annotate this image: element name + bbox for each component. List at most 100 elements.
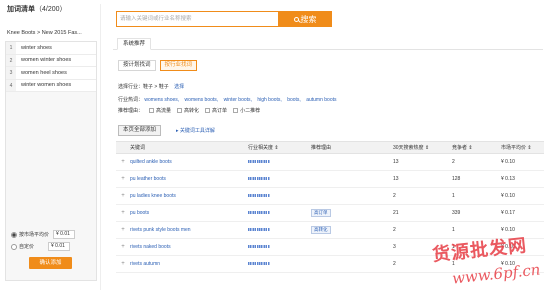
reason-filter: 推荐理由： 高流量 高转化 高订单 小二推荐 xyxy=(118,107,260,114)
subtab-by-plan[interactable]: 按计划找词 xyxy=(118,60,156,71)
search-input[interactable]: 请输入关键词或行业名称搜索 xyxy=(116,11,278,27)
custom-price-label: 自定价 xyxy=(19,244,35,250)
industry-path: 选择行业：鞋子 > 鞋子 xyxy=(118,84,169,90)
relevance-cell xyxy=(248,261,311,267)
reason-tag: 高转化 xyxy=(311,226,331,234)
custom-price-radio[interactable] xyxy=(11,243,17,250)
keyword-list-item[interactable]: 2 women winter shoes xyxy=(6,54,96,67)
reason-checkbox[interactable] xyxy=(233,108,239,113)
add-keyword-icon[interactable]: + xyxy=(116,227,130,233)
keyword-list: 1 winter shoes 2 women winter shoes 3 wo… xyxy=(6,42,96,92)
relevance-bar xyxy=(248,160,270,164)
basket-count: （4/200） xyxy=(35,6,67,13)
keyword-cell[interactable]: pu ladies knee boots xyxy=(130,193,248,199)
keyword-cell[interactable]: rivets autumn xyxy=(130,261,248,267)
relevance-cell xyxy=(248,227,311,233)
reason-cell: 高转化 xyxy=(311,226,393,234)
relevance-bar xyxy=(248,228,270,232)
market-price-label: 按市场平均价 xyxy=(19,232,50,238)
watermark-logo: 货源批发网 www.6pf.cn xyxy=(431,235,550,292)
keyword-text: winter women shoes xyxy=(21,82,72,89)
keyword-list-item[interactable]: 3 women heel shoes xyxy=(6,67,96,80)
reason-checkbox[interactable] xyxy=(149,108,155,113)
keyword-text: women winter shoes xyxy=(21,57,72,64)
bid-option-custom[interactable]: 自定价 ¥ 0.01 xyxy=(11,242,71,251)
reason-checkbox[interactable] xyxy=(177,108,183,113)
category-path: Knee Boots > New 2015 Fas... xyxy=(7,30,82,36)
industry-selector: 选择行业：鞋子 > 鞋子 选择 xyxy=(118,83,184,90)
price-cell: ¥ 0.17 xyxy=(501,210,515,216)
hot-word-link[interactable]: boots, xyxy=(287,97,301,103)
competitors-cell: 1 xyxy=(452,193,455,199)
table-row: + pu boots 高订单 21 339 ¥ 0.17 xyxy=(116,205,544,222)
hot-word-link[interactable]: high boots, xyxy=(257,97,281,103)
hot-word-link[interactable]: womens shoes, xyxy=(144,97,179,103)
confirm-add-button[interactable]: 确认添加 xyxy=(29,257,72,269)
keyword-text: women heel shoes xyxy=(21,69,67,76)
panel-divider xyxy=(100,4,101,290)
relevance-bar xyxy=(248,245,270,249)
keyword-list-item[interactable]: 1 winter shoes xyxy=(6,42,96,55)
bid-option-market[interactable]: 按市场平均价 ¥ 0.01 xyxy=(11,230,76,239)
reason-filter-label: 推荐理由： xyxy=(118,108,144,114)
keyword-list-box: 1 winter shoes 2 women winter shoes 3 wo… xyxy=(5,41,97,281)
add-keyword-icon[interactable]: + xyxy=(116,159,130,165)
heat-cell: 21 xyxy=(393,210,399,216)
competitors-cell: 339 xyxy=(452,210,461,216)
table-row: + pu leather boots 13 128 ¥ 0.13 xyxy=(116,171,544,188)
relevance-bar xyxy=(248,211,270,215)
search-icon xyxy=(293,16,299,22)
header-search-heat[interactable]: 30天搜索热度 ⇕ xyxy=(393,144,452,151)
tab-bar: 系统推荐 xyxy=(113,38,543,50)
reason-option: 小二推荐 xyxy=(240,108,261,114)
keyword-cell[interactable]: quilted ankle boots xyxy=(130,159,248,165)
keyword-cell[interactable]: rivets naked boots xyxy=(130,244,248,250)
search-button-label: 搜索 xyxy=(300,14,317,24)
tab-system-recommend[interactable]: 系统推荐 xyxy=(117,38,152,50)
add-keyword-icon[interactable]: + xyxy=(116,176,130,182)
relevance-cell xyxy=(248,176,311,182)
add-keyword-icon[interactable]: + xyxy=(116,244,130,250)
header-competitors[interactable]: 竞争者 ⇕ xyxy=(452,144,501,151)
market-price-radio[interactable] xyxy=(11,231,17,238)
hot-word-link[interactable]: autumn boots xyxy=(306,97,336,103)
select-industry-link[interactable]: 选择 xyxy=(174,84,184,90)
industry-hot-words: 行业热词： womens shoes, womens boots, winter… xyxy=(118,96,341,103)
keyword-tool-link[interactable]: ▸ 关键词工具详解 xyxy=(176,127,215,134)
add-keyword-icon[interactable]: + xyxy=(116,261,130,267)
basket-title: 加词清单（4/200） xyxy=(5,4,97,16)
hot-word-link[interactable]: womens boots, xyxy=(185,97,219,103)
header-relevance[interactable]: 行业相关度 ⇕ xyxy=(248,144,311,151)
keyword-list-item[interactable]: 4 winter women shoes xyxy=(6,79,96,92)
relevance-cell xyxy=(248,159,311,165)
subtab-by-industry[interactable]: 按行业找词 xyxy=(159,60,198,71)
competitors-cell: 2 xyxy=(452,159,455,165)
reason-cell: 高订单 xyxy=(311,209,393,217)
price-cell: ¥ 0.10 xyxy=(501,159,515,165)
competitors-cell: 1 xyxy=(452,227,455,233)
keyword-cell[interactable]: pu boots xyxy=(130,210,248,216)
reason-option: 高流量 xyxy=(156,108,172,114)
keyword-cell[interactable]: rivets punk style boots men xyxy=(130,227,248,233)
reason-option: 高转化 xyxy=(184,108,200,114)
custom-price-input[interactable]: ¥ 0.01 xyxy=(48,242,71,251)
heat-cell: 13 xyxy=(393,159,399,165)
add-keyword-icon[interactable]: + xyxy=(116,193,130,199)
table-row: + pu ladies knee boots 2 1 ¥ 0.10 xyxy=(116,188,544,205)
hot-word-link[interactable]: winter boots, xyxy=(224,97,252,103)
add-all-button[interactable]: 本页全部添加 xyxy=(118,125,161,136)
keyword-cell[interactable]: pu leather boots xyxy=(130,176,248,182)
relevance-bar xyxy=(248,262,270,266)
watermark-url: www.6pf.cn xyxy=(451,260,542,288)
add-keyword-icon[interactable]: + xyxy=(116,210,130,216)
watermark-text: 货源批发网 xyxy=(431,235,528,266)
header-market-price[interactable]: 市场平均价 ⇕ xyxy=(501,144,544,151)
market-price-input[interactable]: ¥ 0.01 xyxy=(53,230,76,239)
heat-cell: 13 xyxy=(393,176,399,182)
price-cell: ¥ 0.13 xyxy=(501,176,515,182)
hot-words-label: 行业热词： xyxy=(118,97,144,103)
reason-checkbox[interactable] xyxy=(205,108,211,113)
basket-title-text: 加词清单 xyxy=(7,6,35,13)
relevance-cell xyxy=(248,244,311,250)
search-button[interactable]: 搜索 xyxy=(278,11,332,27)
